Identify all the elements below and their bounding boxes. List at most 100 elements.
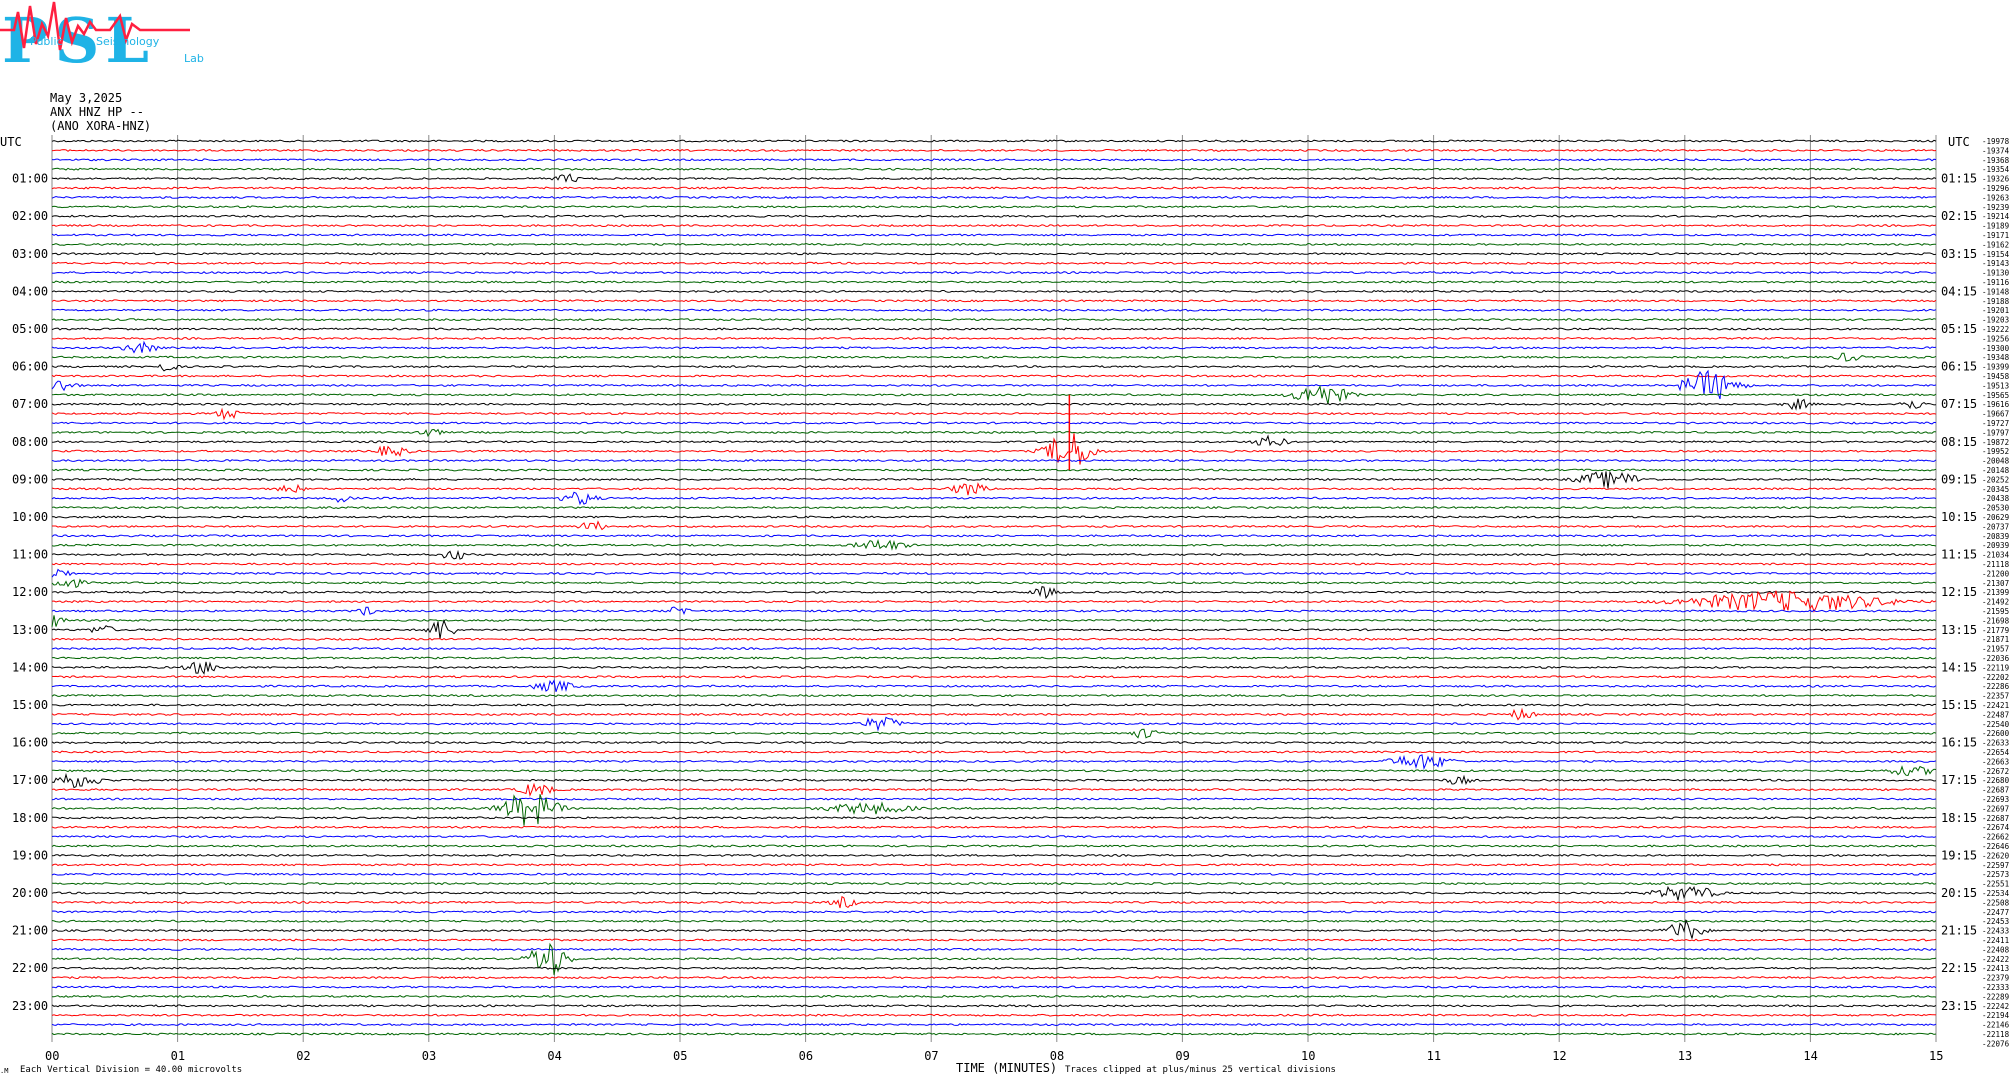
trace-offset-label: -19667 xyxy=(1982,410,2009,419)
trace-offset-label: -22408 xyxy=(1982,945,2010,954)
seismic-trace xyxy=(51,750,1937,754)
seismic-traces xyxy=(51,139,1937,1036)
trace-offset-label: -22674 xyxy=(1982,823,2010,832)
trace-offset-label: -19171 xyxy=(1982,231,2009,240)
trace-offset-label: -20345 xyxy=(1982,485,2009,494)
x-tick-label: 01 xyxy=(171,1049,185,1063)
trace-offset-label: -22487 xyxy=(1982,710,2009,719)
trace-offset-label: -19978 xyxy=(1982,137,2010,146)
left-hour-labels: 01:00 02:00 03:00 04:00 05:00 06:00 07:00 08:00… xyxy=(12,172,48,1013)
scale-note: Each Vertical Division = 40.00 microvolt… xyxy=(20,1065,242,1075)
hour-label-left: 04:00 xyxy=(12,284,48,298)
seismic-trace xyxy=(51,947,1937,951)
seismic-trace xyxy=(51,289,1937,293)
trace-offset-label: -19368 xyxy=(1982,156,2010,165)
trace-offset-label: -19727 xyxy=(1982,419,2009,428)
seismic-trace xyxy=(51,694,1937,698)
seismic-trace xyxy=(51,885,1937,901)
hour-label-left: 01:00 xyxy=(12,172,48,186)
seismic-trace xyxy=(51,398,1937,411)
logo-subtitle-c: Lab xyxy=(184,52,204,65)
seismic-trace xyxy=(51,173,1937,183)
trace-offset-label: -19348 xyxy=(1982,353,2010,362)
header-channel: ANX HNZ HP -- xyxy=(50,105,144,119)
seismic-trace xyxy=(51,853,1937,857)
hour-label-right: 01:15 xyxy=(1941,172,1977,186)
helicorder-plot: PSL Public Seismology Lab May 3,2025 ANX… xyxy=(0,1,2010,1075)
trace-offset-label: -19354 xyxy=(1982,165,2010,174)
trace-offset-label: -20939 xyxy=(1982,541,2009,550)
x-tick-label: 14 xyxy=(1803,1049,1817,1063)
seismic-trace xyxy=(51,919,1937,923)
left-utc-label: UTC xyxy=(0,135,22,149)
trace-offset-label: -19189 xyxy=(1982,222,2009,231)
hour-label-right: 22:15 xyxy=(1941,961,1977,975)
logo-subtitle-b: Seismology xyxy=(96,35,160,48)
seismic-trace xyxy=(51,585,1937,600)
seismic-trace xyxy=(51,421,1937,425)
seismic-trace xyxy=(51,703,1937,707)
small-mark: .M xyxy=(0,1067,8,1075)
seismic-trace xyxy=(51,534,1937,538)
seismic-trace xyxy=(51,976,1937,980)
trace-offset-label: -22672 xyxy=(1982,767,2009,776)
trace-offset-label: -19797 xyxy=(1982,428,2009,437)
seismic-trace xyxy=(51,765,1937,777)
hour-label-left: 06:00 xyxy=(12,360,48,374)
hour-label-left: 23:00 xyxy=(12,999,48,1013)
trace-offset-label: -22453 xyxy=(1982,917,2009,926)
seismic-trace xyxy=(51,186,1937,190)
time-gridlines xyxy=(51,135,1937,1042)
seismic-trace xyxy=(51,772,1937,789)
trace-offset-label: -19148 xyxy=(1982,287,2010,296)
hour-label-right: 12:15 xyxy=(1941,585,1977,599)
hour-label-right: 18:15 xyxy=(1941,811,1977,825)
seismic-trace xyxy=(51,468,1937,472)
trace-offset-label: -22194 xyxy=(1982,1011,2010,1020)
trace-offset-label: -19162 xyxy=(1982,240,2009,249)
trace-offset-label: -22357 xyxy=(1982,692,2009,701)
x-tick-label: 00 xyxy=(45,1049,59,1063)
trace-offset-label: -22697 xyxy=(1982,804,2009,813)
seismic-trace xyxy=(51,835,1937,839)
trace-offset-label: -22687 xyxy=(1982,814,2009,823)
seismic-trace xyxy=(51,459,1937,463)
trace-offset-label: -22333 xyxy=(1982,983,2009,992)
header-source: (ANO XORA-HNZ) xyxy=(50,119,151,133)
seismic-trace xyxy=(51,679,1937,692)
hour-label-left: 19:00 xyxy=(12,848,48,862)
hour-label-left: 13:00 xyxy=(12,623,48,637)
hour-label-right: 05:15 xyxy=(1941,322,1977,336)
trace-offset-label: -22600 xyxy=(1982,729,2010,738)
x-tick-label: 06 xyxy=(799,1049,813,1063)
trace-offset-label: -22597 xyxy=(1982,861,2009,870)
seismic-trace xyxy=(51,139,1937,143)
trace-offset-label: -22422 xyxy=(1982,955,2009,964)
hour-label-right: 14:15 xyxy=(1941,660,1977,674)
seismic-trace xyxy=(51,224,1937,228)
trace-offset-label: -19214 xyxy=(1982,212,2010,221)
trace-offset-label: -19201 xyxy=(1982,306,2009,315)
trace-offset-label: -19239 xyxy=(1982,203,2009,212)
x-tick-label: 03 xyxy=(422,1049,436,1063)
trace-offset-label: -19374 xyxy=(1982,146,2010,155)
seismic-trace xyxy=(51,363,1937,372)
seismic-trace xyxy=(51,1032,1937,1036)
trace-offset-label: -22202 xyxy=(1982,673,2009,682)
seismic-trace xyxy=(51,271,1937,275)
seismic-trace xyxy=(51,619,1937,639)
trace-offset-label: -21399 xyxy=(1982,588,2009,597)
trace-offset-label: -22693 xyxy=(1982,795,2009,804)
x-tick-label: 15 xyxy=(1929,1049,1943,1063)
clip-note: Traces clipped at plus/minus 25 vertical… xyxy=(1065,1065,1336,1075)
trace-offset-label: -21492 xyxy=(1982,598,2009,607)
hour-label-right: 06:15 xyxy=(1941,360,1977,374)
seismic-trace xyxy=(51,568,1937,578)
hour-label-right: 03:15 xyxy=(1941,247,1977,261)
trace-offset-label: -21698 xyxy=(1982,616,2010,625)
seismic-trace xyxy=(51,647,1937,651)
trace-offset-label: -19203 xyxy=(1982,316,2009,325)
seismic-trace xyxy=(51,966,1937,970)
hour-label-right: 20:15 xyxy=(1941,886,1977,900)
seismic-trace xyxy=(51,506,1937,510)
